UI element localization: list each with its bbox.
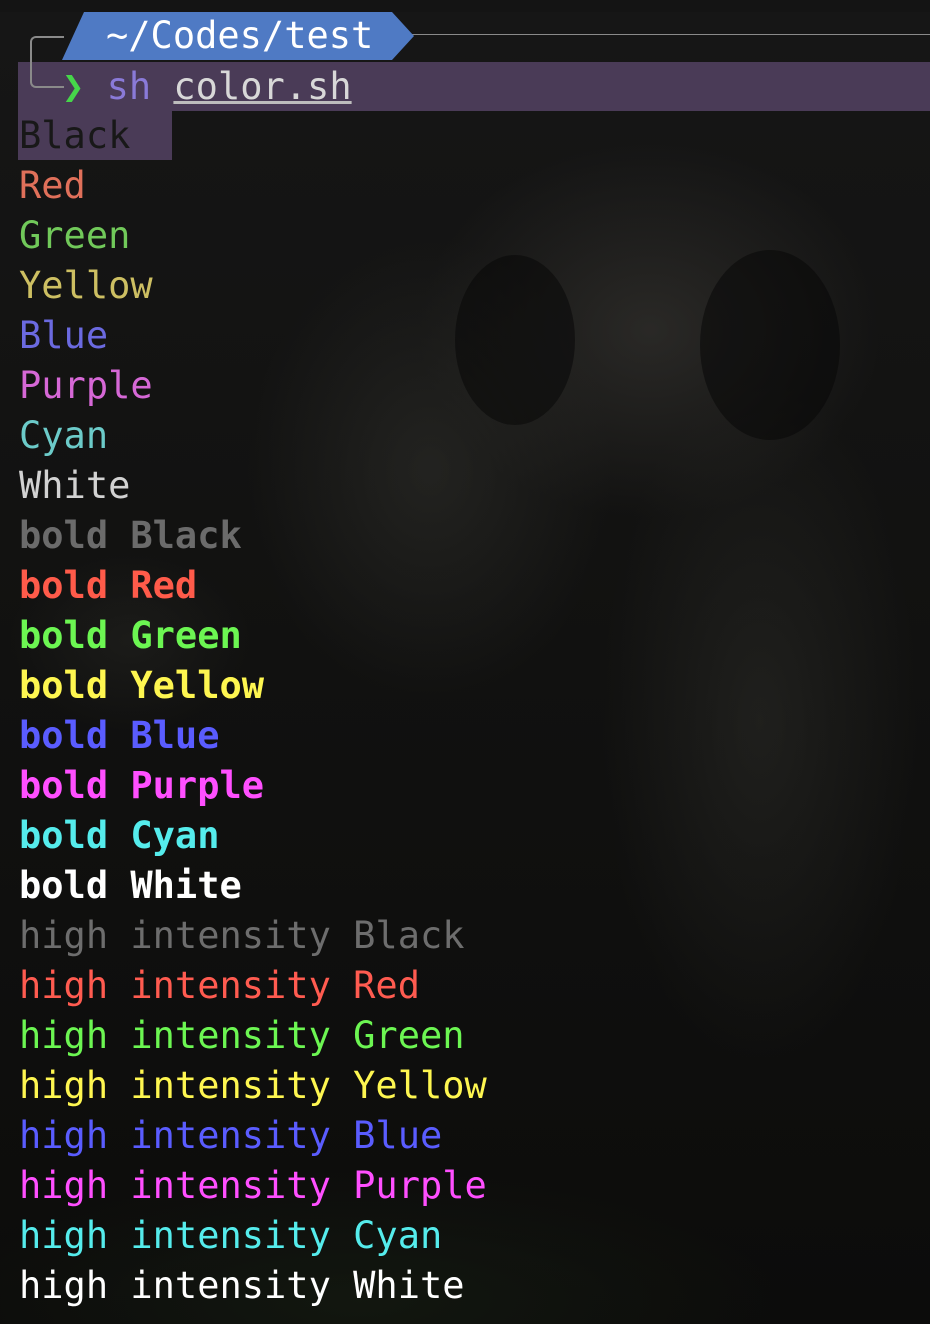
prompt-separator-line — [410, 34, 930, 35]
output-line-bold-black: bold Black — [19, 514, 242, 557]
prompt-chevron-icon: ❯ — [62, 65, 85, 108]
output-line-hi-white: high intensity White — [19, 1264, 465, 1307]
output-line-bold-blue: bold Blue — [19, 714, 220, 757]
output-line-yellow: Yellow — [19, 264, 153, 307]
output-line-red: Red — [19, 164, 86, 207]
command-line[interactable]: ❯ sh color.sh — [62, 64, 352, 110]
output-line-cyan: Cyan — [19, 414, 109, 457]
prompt-bracket — [30, 36, 64, 88]
background-image-shadow — [700, 250, 840, 440]
output-line-hi-purple: high intensity Purple — [19, 1164, 487, 1207]
output-line-bold-red: bold Red — [19, 564, 198, 607]
output-line-bold-purple: bold Purple — [19, 764, 265, 807]
output-line-hi-green: high intensity Green — [19, 1014, 465, 1057]
command-name: sh — [106, 65, 152, 108]
output-line-blue: Blue — [19, 314, 109, 357]
output-line-black: Black — [19, 114, 131, 157]
output-line-bold-white: bold White — [19, 864, 242, 907]
output-line-bold-yellow: bold Yellow — [19, 664, 265, 707]
current-path: ~/Codes/test — [106, 14, 374, 57]
output-line-bold-cyan: bold Cyan — [19, 814, 220, 857]
background-image-shadow — [455, 255, 575, 425]
window-top-bar — [0, 0, 930, 12]
output-line-hi-blue: high intensity Blue — [19, 1114, 443, 1157]
output-line-hi-red: high intensity Red — [19, 964, 420, 1007]
output-line-white: White — [19, 464, 131, 507]
command-argument[interactable]: color.sh — [173, 65, 351, 108]
output-line-bold-green: bold Green — [19, 614, 242, 657]
output-line-hi-black: high intensity Black — [19, 914, 465, 957]
output-line-hi-yellow: high intensity Yellow — [19, 1064, 487, 1107]
output-line-hi-cyan: high intensity Cyan — [19, 1214, 443, 1257]
output-line-green: Green — [19, 214, 131, 257]
output-line-purple: Purple — [19, 364, 153, 407]
